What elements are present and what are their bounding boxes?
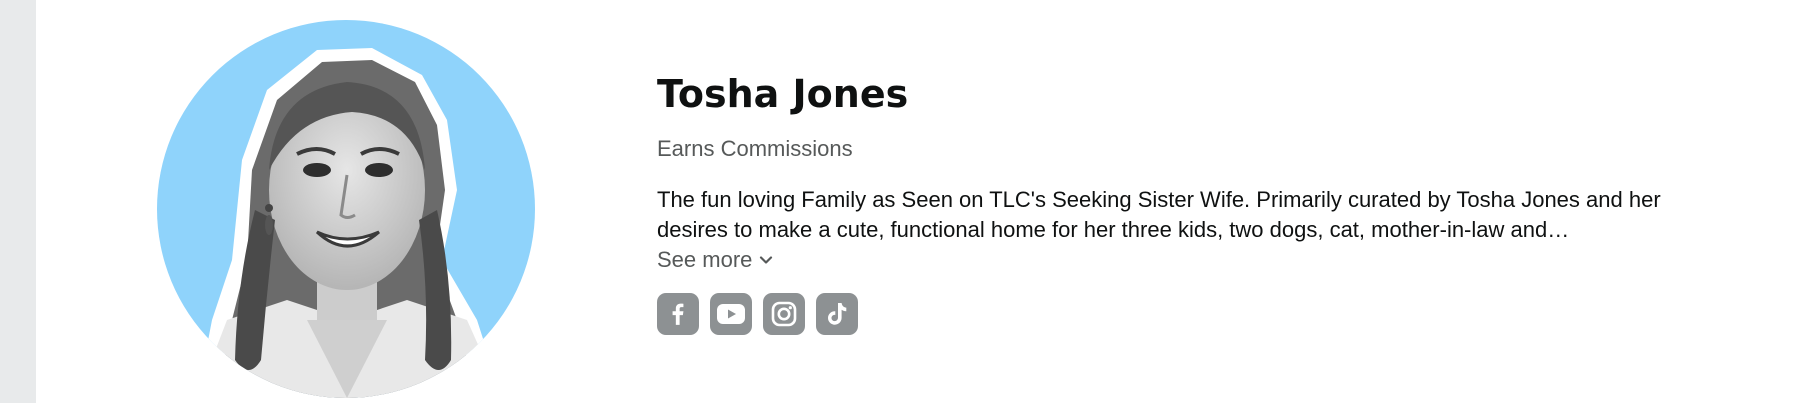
profile-name: Tosha Jones: [657, 72, 909, 116]
profile-bio: The fun loving Family as Seen on TLC's S…: [657, 187, 1661, 242]
profile-page: Tosha Jones Earns Commissions The fun lo…: [0, 0, 1815, 403]
instagram-link[interactable]: [763, 293, 805, 335]
see-more-label: See more: [657, 247, 753, 272]
tiktok-icon: [828, 303, 847, 325]
youtube-icon: [717, 304, 745, 324]
profile-info: Tosha Jones Earns Commissions The fun lo…: [657, 68, 1677, 335]
social-links: [657, 293, 1677, 335]
youtube-link[interactable]: [710, 293, 752, 335]
tiktok-link[interactable]: [816, 293, 858, 335]
avatar: [157, 20, 535, 398]
avatar-photo: [157, 20, 535, 398]
see-more-link[interactable]: See more: [657, 245, 774, 275]
facebook-link[interactable]: [657, 293, 699, 335]
instagram-icon: [771, 301, 797, 327]
facebook-icon: [672, 303, 684, 325]
left-rail: [0, 0, 36, 403]
earns-commissions-label: Earns Commissions: [657, 136, 853, 161]
chevron-down-icon: [760, 256, 773, 264]
